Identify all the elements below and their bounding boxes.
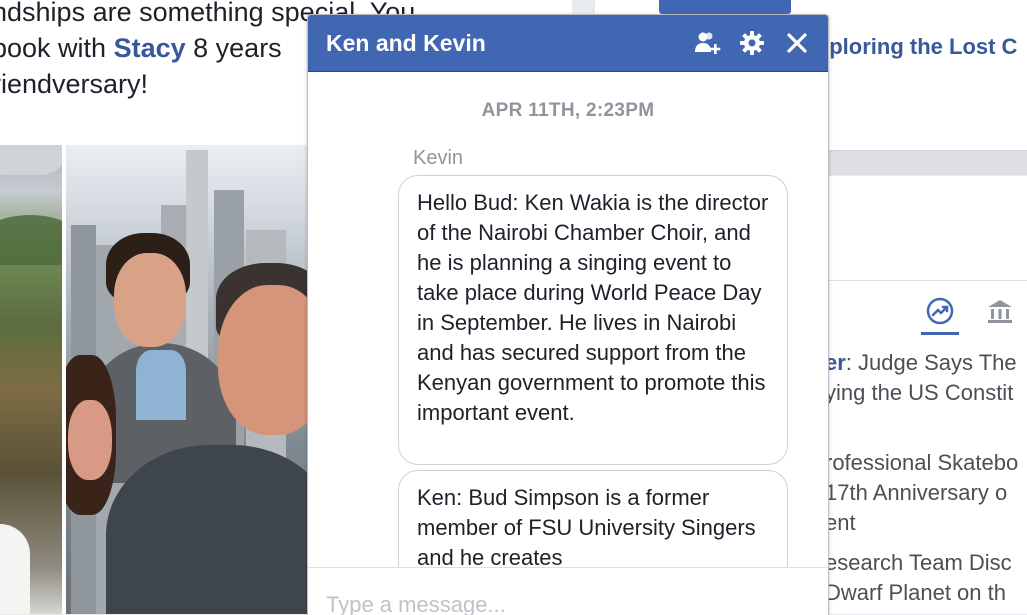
chat-message-list[interactable]: APR 11TH, 2:23PM Kevin Hello Bud: Ken Wa…: [308, 72, 828, 567]
trending-icon[interactable]: [921, 296, 959, 335]
message-sender-name: Kevin: [413, 147, 464, 169]
photo-person-face: [218, 285, 310, 435]
right-top-button[interactable]: [659, 0, 791, 14]
message-input[interactable]: [326, 590, 806, 615]
photo-cloud: [0, 145, 62, 175]
trending-item[interactable]: Dwarf Planet on th: [825, 578, 1006, 608]
right-divider-band: [825, 150, 1027, 175]
friend-name-link[interactable]: Stacy: [114, 33, 186, 63]
trending-item[interactable]: er: Judge Says The: [825, 348, 1017, 378]
trending-item[interactable]: ying the US Constit: [825, 378, 1013, 408]
trending-item[interactable]: ent: [825, 508, 856, 538]
message-timestamp: APR 11TH, 2:23PM: [481, 100, 655, 121]
chat-window: Ken and Kevin APR 11TH, 2:23PM Kevin Hel…: [307, 14, 829, 615]
photo-person-shirt: [136, 350, 186, 420]
trending-panel: er: Judge Says The ying the US Constit r…: [825, 176, 1027, 614]
photo-foreground: [0, 524, 30, 614]
gear-icon[interactable]: [736, 27, 768, 59]
trending-divider: [825, 280, 1027, 281]
memory-line-2-suffix: 8 years: [185, 33, 282, 63]
add-person-icon[interactable]: [692, 27, 724, 59]
trending-item[interactable]: 17th Anniversary o: [825, 478, 1007, 508]
close-icon[interactable]: [781, 27, 813, 59]
photo-ridge: [0, 215, 62, 265]
photo-person-face: [114, 253, 186, 347]
chat-composer: [308, 567, 828, 615]
photo-person-face: [68, 400, 112, 480]
trending-item[interactable]: esearch Team Disc: [825, 548, 1012, 578]
memory-photo-selfie[interactable]: [66, 145, 310, 614]
chat-header[interactable]: Ken and Kevin: [308, 15, 828, 72]
photo-person-body: [106, 445, 310, 614]
message-bubble[interactable]: Ken: Bud Simpson is a former member of F…: [398, 470, 788, 567]
message-bubble[interactable]: Hello Bud: Ken Wakia is the director of …: [398, 175, 788, 465]
chat-title[interactable]: Ken and Kevin: [326, 30, 486, 57]
trending-item[interactable]: rofessional Skatebo: [825, 448, 1018, 478]
politics-icon[interactable]: [985, 296, 1015, 326]
memory-photo-landscape[interactable]: [0, 145, 62, 614]
memory-line-2-prefix: book with: [0, 33, 114, 63]
right-article-link[interactable]: xploring the Lost C: [817, 34, 1017, 60]
